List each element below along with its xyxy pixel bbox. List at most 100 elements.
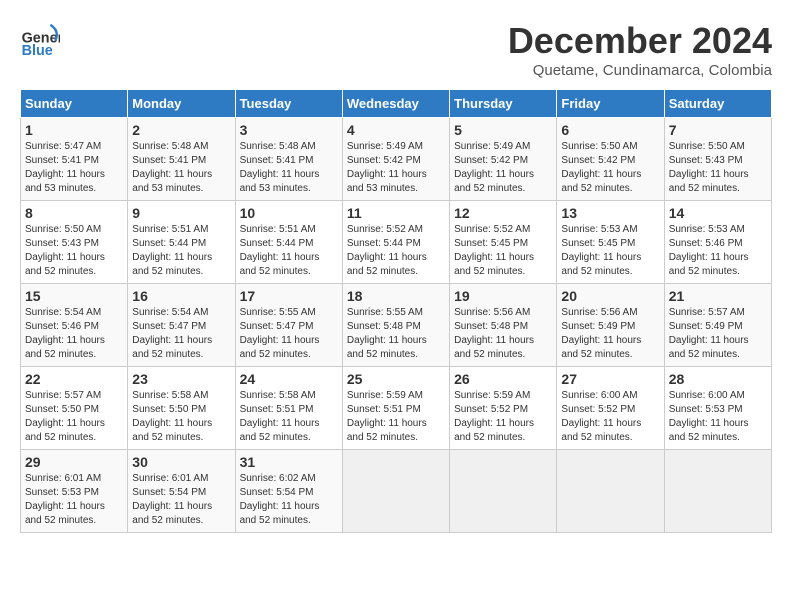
calendar-cell: 15 Sunrise: 5:54 AM Sunset: 5:46 PM Dayli… [21,284,128,367]
day-info: Sunrise: 5:55 AM Sunset: 5:48 PM Dayligh… [347,306,445,362]
day-number: 26 [454,371,552,387]
day-info: Sunrise: 5:49 AM Sunset: 5:42 PM Dayligh… [347,140,445,196]
title-block: December 2024 Quetame, Cundinamarca, Col… [508,20,772,79]
calendar-cell: 8 Sunrise: 5:50 AM Sunset: 5:43 PM Daylig… [21,201,128,284]
day-info: Sunrise: 5:54 AM Sunset: 5:47 PM Dayligh… [132,306,230,362]
day-number: 8 [25,205,123,221]
calendar-cell: 1 Sunrise: 5:47 AM Sunset: 5:41 PM Daylig… [21,118,128,201]
calendar-cell: 4 Sunrise: 5:49 AM Sunset: 5:42 PM Daylig… [342,118,449,201]
calendar-cell [342,450,449,533]
day-number: 6 [561,122,659,138]
day-info: Sunrise: 5:57 AM Sunset: 5:49 PM Dayligh… [669,306,767,362]
day-number: 21 [669,288,767,304]
calendar-cell: 16 Sunrise: 5:54 AM Sunset: 5:47 PM Dayli… [128,284,235,367]
calendar-cell [557,450,664,533]
calendar-cell: 12 Sunrise: 5:52 AM Sunset: 5:45 PM Dayli… [450,201,557,284]
day-number: 12 [454,205,552,221]
day-number: 27 [561,371,659,387]
day-number: 17 [240,288,338,304]
day-info: Sunrise: 5:57 AM Sunset: 5:50 PM Dayligh… [25,389,123,445]
day-number: 29 [25,454,123,470]
day-number: 1 [25,122,123,138]
day-info: Sunrise: 5:50 AM Sunset: 5:42 PM Dayligh… [561,140,659,196]
day-number: 4 [347,122,445,138]
day-number: 9 [132,205,230,221]
day-info: Sunrise: 6:01 AM Sunset: 5:54 PM Dayligh… [132,472,230,528]
day-number: 14 [669,205,767,221]
day-number: 15 [25,288,123,304]
day-info: Sunrise: 5:51 AM Sunset: 5:44 PM Dayligh… [240,223,338,279]
location: Quetame, Cundinamarca, Colombia [508,62,772,79]
day-info: Sunrise: 5:48 AM Sunset: 5:41 PM Dayligh… [132,140,230,196]
day-info: Sunrise: 5:53 AM Sunset: 5:46 PM Dayligh… [669,223,767,279]
calendar-cell: 26 Sunrise: 5:59 AM Sunset: 5:52 PM Dayli… [450,367,557,450]
calendar-cell: 21 Sunrise: 5:57 AM Sunset: 5:49 PM Dayli… [664,284,771,367]
calendar-cell: 28Sunrise: 6:00 AM Sunset: 5:53 PM Dayli… [664,367,771,450]
day-info: Sunrise: 5:56 AM Sunset: 5:48 PM Dayligh… [454,306,552,362]
day-info: Sunrise: 5:52 AM Sunset: 5:45 PM Dayligh… [454,223,552,279]
day-of-week-header: Monday [128,90,235,118]
month-title: December 2024 [508,20,772,62]
calendar-cell: 19Sunrise: 5:56 AM Sunset: 5:48 PM Dayli… [450,284,557,367]
day-of-week-header: Tuesday [235,90,342,118]
day-number: 28 [669,371,767,387]
day-info: Sunrise: 5:59 AM Sunset: 5:52 PM Dayligh… [454,389,552,445]
day-of-week-header: Saturday [664,90,771,118]
day-info: Sunrise: 6:02 AM Sunset: 5:54 PM Dayligh… [240,472,338,528]
calendar-cell: 10Sunrise: 5:51 AM Sunset: 5:44 PM Dayli… [235,201,342,284]
day-number: 11 [347,205,445,221]
day-number: 16 [132,288,230,304]
day-number: 5 [454,122,552,138]
day-info: Sunrise: 5:52 AM Sunset: 5:44 PM Dayligh… [347,223,445,279]
day-number: 20 [561,288,659,304]
calendar-cell: 27 Sunrise: 6:00 AM Sunset: 5:52 PM Dayli… [557,367,664,450]
calendar-cell: 18 Sunrise: 5:55 AM Sunset: 5:48 PM Dayli… [342,284,449,367]
day-info: Sunrise: 5:58 AM Sunset: 5:51 PM Dayligh… [240,389,338,445]
day-info: Sunrise: 6:00 AM Sunset: 5:52 PM Dayligh… [561,389,659,445]
day-info: Sunrise: 5:56 AM Sunset: 5:49 PM Dayligh… [561,306,659,362]
calendar-cell: 14 Sunrise: 5:53 AM Sunset: 5:46 PM Dayli… [664,201,771,284]
day-info: Sunrise: 5:58 AM Sunset: 5:50 PM Dayligh… [132,389,230,445]
day-info: Sunrise: 5:49 AM Sunset: 5:42 PM Dayligh… [454,140,552,196]
calendar-table: SundayMondayTuesdayWednesdayThursdayFrid… [20,89,772,533]
calendar-cell: 25Sunrise: 5:59 AM Sunset: 5:51 PM Dayli… [342,367,449,450]
day-of-week-header: Sunday [21,90,128,118]
calendar-cell: 17 Sunrise: 5:55 AM Sunset: 5:47 PM Dayli… [235,284,342,367]
logo-icon: General Blue [20,20,60,60]
day-of-week-header: Friday [557,90,664,118]
calendar-cell: 13 Sunrise: 5:53 AM Sunset: 5:45 PM Dayli… [557,201,664,284]
calendar-cell: 30 Sunrise: 6:01 AM Sunset: 5:54 PM Dayli… [128,450,235,533]
day-number: 18 [347,288,445,304]
day-number: 24 [240,371,338,387]
day-of-week-header: Thursday [450,90,557,118]
calendar-cell: 31Sunrise: 6:02 AM Sunset: 5:54 PM Dayli… [235,450,342,533]
day-info: Sunrise: 5:48 AM Sunset: 5:41 PM Dayligh… [240,140,338,196]
calendar-cell: 29 Sunrise: 6:01 AM Sunset: 5:53 PM Dayli… [21,450,128,533]
day-info: Sunrise: 5:50 AM Sunset: 5:43 PM Dayligh… [669,140,767,196]
calendar-cell: 23Sunrise: 5:58 AM Sunset: 5:50 PM Dayli… [128,367,235,450]
day-number: 30 [132,454,230,470]
day-number: 22 [25,371,123,387]
day-number: 25 [347,371,445,387]
page-header: General Blue December 2024 Quetame, Cund… [20,20,772,79]
day-info: Sunrise: 5:54 AM Sunset: 5:46 PM Dayligh… [25,306,123,362]
day-number: 2 [132,122,230,138]
calendar-week-row: 22 Sunrise: 5:57 AM Sunset: 5:50 PM Dayli… [21,367,772,450]
day-info: Sunrise: 5:47 AM Sunset: 5:41 PM Dayligh… [25,140,123,196]
day-info: Sunrise: 5:50 AM Sunset: 5:43 PM Dayligh… [25,223,123,279]
calendar-cell: 7Sunrise: 5:50 AM Sunset: 5:43 PM Daylig… [664,118,771,201]
calendar-cell: 24 Sunrise: 5:58 AM Sunset: 5:51 PM Dayli… [235,367,342,450]
calendar-cell: 2 Sunrise: 5:48 AM Sunset: 5:41 PM Daylig… [128,118,235,201]
calendar-cell [450,450,557,533]
day-number: 13 [561,205,659,221]
calendar-cell [664,450,771,533]
day-info: Sunrise: 5:55 AM Sunset: 5:47 PM Dayligh… [240,306,338,362]
day-of-week-header: Wednesday [342,90,449,118]
calendar-cell: 3 Sunrise: 5:48 AM Sunset: 5:41 PM Daylig… [235,118,342,201]
day-info: Sunrise: 5:53 AM Sunset: 5:45 PM Dayligh… [561,223,659,279]
day-number: 3 [240,122,338,138]
calendar-cell: 6 Sunrise: 5:50 AM Sunset: 5:42 PM Daylig… [557,118,664,201]
day-info: Sunrise: 6:01 AM Sunset: 5:53 PM Dayligh… [25,472,123,528]
calendar-week-row: 15 Sunrise: 5:54 AM Sunset: 5:46 PM Dayli… [21,284,772,367]
calendar-week-row: 29 Sunrise: 6:01 AM Sunset: 5:53 PM Dayli… [21,450,772,533]
